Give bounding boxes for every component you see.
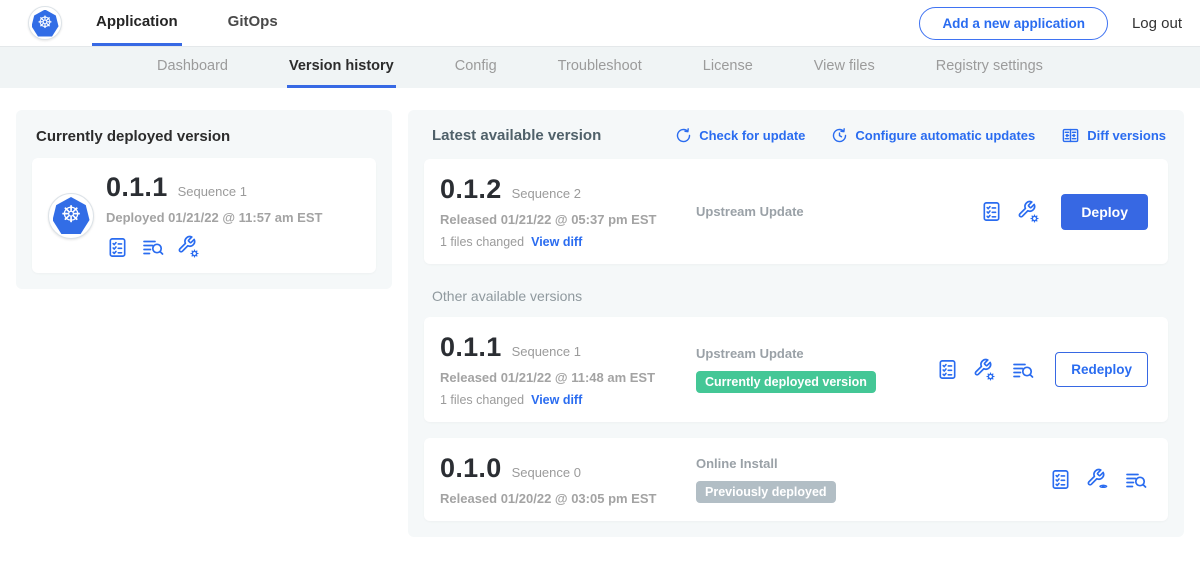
version-row: 0.1.1 Sequence 1 Released 01/21/22 @ 11:…	[424, 317, 1168, 422]
subnav-troubleshoot[interactable]: Troubleshoot	[556, 47, 644, 88]
diff-table-icon	[1061, 126, 1080, 145]
previously-deployed-badge: Previously deployed	[696, 481, 836, 503]
version-number: 0.1.1	[440, 332, 502, 363]
wrench-eye-icon[interactable]	[1086, 468, 1110, 492]
sequence-label: Sequence 1	[512, 344, 581, 359]
app-subnav: Dashboard Version history Config Trouble…	[0, 47, 1200, 88]
deployed-timestamp: Deployed 01/21/22 @ 11:57 am EST	[106, 210, 322, 225]
currently-deployed-info: 0.1.1 Sequence 1 Deployed 01/21/22 @ 11:…	[106, 172, 322, 259]
versions-panel: Latest available version Check for updat…	[408, 110, 1184, 537]
source-label: Upstream Update	[696, 204, 931, 219]
currently-deployed-card: ☸ 0.1.1 Sequence 1 Deployed 01/21/22 @ 1…	[32, 158, 376, 273]
view-diff-link[interactable]: View diff	[531, 393, 582, 407]
subnav-dashboard[interactable]: Dashboard	[155, 47, 230, 88]
check-for-update-label: Check for update	[699, 128, 805, 143]
subnav-registry-settings[interactable]: Registry settings	[934, 47, 1045, 88]
checklist-icon[interactable]	[980, 200, 1003, 223]
other-available-title: Other available versions	[424, 288, 1168, 304]
app-logo-icon: ☸	[48, 193, 94, 239]
currently-deployed-panel: Currently deployed version ☸ 0.1.1 Seque…	[16, 110, 392, 289]
auto-update-clock-icon	[831, 127, 848, 144]
header-tabs: Application GitOps	[92, 0, 324, 46]
latest-available-title: Latest available version	[432, 127, 601, 144]
list-magnifier-icon[interactable]	[1124, 468, 1148, 492]
view-diff-link[interactable]: View diff	[531, 235, 582, 249]
list-magnifier-icon[interactable]	[141, 235, 165, 259]
checklist-icon[interactable]	[106, 236, 129, 259]
version-actions-right	[1049, 468, 1148, 492]
subnav-config[interactable]: Config	[453, 47, 499, 88]
version-info: 0.1.2 Sequence 2 Released 01/21/22 @ 05:…	[440, 174, 696, 249]
wrench-gear-icon[interactable]	[1017, 200, 1041, 224]
kubernetes-logo-icon: ☸	[28, 6, 62, 40]
subnav-view-files[interactable]: View files	[812, 47, 877, 88]
subnav-registry-settings-label: Registry settings	[936, 58, 1043, 74]
wrench-gear-icon[interactable]	[177, 235, 201, 259]
version-number: 0.1.0	[440, 453, 502, 484]
header-right: Add a new application Log out	[919, 0, 1182, 46]
checklist-icon[interactable]	[936, 358, 959, 381]
version-row: 0.1.2 Sequence 2 Released 01/21/22 @ 05:…	[424, 159, 1168, 264]
version-source: Online Install Previously deployed	[696, 456, 931, 503]
version-source: Upstream Update Currently deployed versi…	[696, 346, 931, 393]
files-changed-row: 1 files changed View diff	[440, 235, 696, 249]
subnav-dashboard-label: Dashboard	[157, 58, 228, 74]
deploy-button[interactable]: Deploy	[1061, 194, 1148, 230]
version-actions-right: Deploy	[980, 194, 1148, 230]
sequence-label: Sequence 2	[512, 186, 581, 201]
refresh-icon	[675, 127, 692, 144]
released-timestamp: Released 01/21/22 @ 11:48 am EST	[440, 370, 696, 385]
list-magnifier-icon[interactable]	[1011, 358, 1035, 382]
version-info: 0.1.1 Sequence 1 Released 01/21/22 @ 11:…	[440, 332, 696, 407]
diff-versions-link[interactable]: Diff versions	[1061, 126, 1166, 145]
version-source: Upstream Update	[696, 204, 931, 219]
version-row: 0.1.0 Sequence 0 Released 01/20/22 @ 03:…	[424, 438, 1168, 521]
released-timestamp: Released 01/20/22 @ 03:05 pm EST	[440, 491, 696, 506]
deployed-icon-row	[106, 235, 322, 259]
app-header: ☸ Application GitOps Add a new applicati…	[0, 0, 1200, 47]
add-application-button[interactable]: Add a new application	[919, 7, 1108, 40]
sequence-label: Sequence 0	[512, 465, 581, 480]
main-content: Currently deployed version ☸ 0.1.1 Seque…	[0, 88, 1200, 537]
check-for-update-link[interactable]: Check for update	[675, 127, 805, 144]
source-label: Upstream Update	[696, 346, 931, 361]
version-number: 0.1.2	[440, 174, 502, 205]
files-changed-label: 1 files changed	[440, 393, 524, 407]
checklist-icon[interactable]	[1049, 468, 1072, 491]
redeploy-button[interactable]: Redeploy	[1055, 352, 1148, 387]
versions-panel-header: Latest available version Check for updat…	[424, 124, 1168, 145]
tab-application[interactable]: Application	[92, 0, 182, 46]
tab-application-label: Application	[96, 13, 178, 30]
source-label: Online Install	[696, 456, 931, 471]
released-timestamp: Released 01/21/22 @ 05:37 pm EST	[440, 212, 696, 227]
tab-gitops-label: GitOps	[228, 13, 278, 30]
subnav-troubleshoot-label: Troubleshoot	[558, 58, 642, 74]
subnav-license[interactable]: License	[701, 47, 755, 88]
currently-deployed-badge: Currently deployed version	[696, 371, 876, 393]
subnav-license-label: License	[703, 58, 753, 74]
files-changed-row: 1 files changed View diff	[440, 393, 696, 407]
configure-automatic-updates-label: Configure automatic updates	[855, 128, 1035, 143]
deployed-version-number: 0.1.1	[106, 172, 168, 203]
version-actions-right: Redeploy	[936, 352, 1148, 387]
subnav-config-label: Config	[455, 58, 497, 74]
deployed-sequence-label: Sequence 1	[178, 184, 247, 199]
subnav-version-history[interactable]: Version history	[287, 47, 396, 88]
tab-gitops[interactable]: GitOps	[224, 0, 282, 46]
wrench-gear-icon[interactable]	[973, 358, 997, 382]
logout-link[interactable]: Log out	[1132, 15, 1182, 32]
subnav-view-files-label: View files	[814, 58, 875, 74]
diff-versions-label: Diff versions	[1087, 128, 1166, 143]
version-actions: Check for update Configure automatic upd…	[675, 126, 1166, 145]
version-info: 0.1.0 Sequence 0 Released 01/20/22 @ 03:…	[440, 453, 696, 506]
currently-deployed-title: Currently deployed version	[32, 126, 376, 145]
configure-automatic-updates-link[interactable]: Configure automatic updates	[831, 127, 1035, 144]
subnav-version-history-label: Version history	[289, 58, 394, 74]
files-changed-label: 1 files changed	[440, 235, 524, 249]
